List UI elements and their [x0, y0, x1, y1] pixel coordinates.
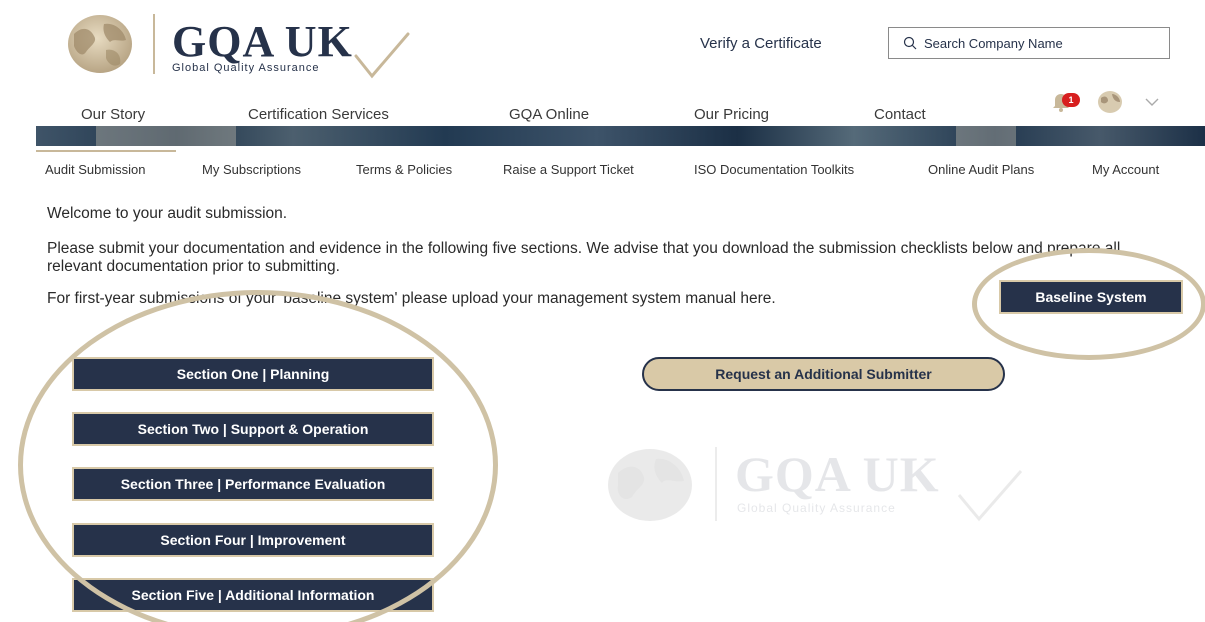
watermark-title: GQA UK	[735, 446, 940, 502]
welcome-text: Welcome to your audit submission.	[47, 205, 288, 222]
nav-our-story[interactable]: Our Story	[81, 106, 145, 123]
language-globe-icon[interactable]	[1096, 90, 1124, 114]
section-four-button[interactable]: Section Four | Improvement	[72, 523, 434, 557]
nav-contact[interactable]: Contact	[874, 106, 926, 123]
section-two-button[interactable]: Section Two | Support & Operation	[72, 412, 434, 446]
watermark-globe-icon	[608, 449, 692, 521]
tab-iso-toolkits[interactable]: ISO Documentation Toolkits	[694, 162, 854, 177]
tab-terms-policies[interactable]: Terms & Policies	[356, 162, 452, 177]
watermark-tick-icon	[957, 470, 1023, 522]
search-box[interactable]	[888, 27, 1170, 59]
banner-highlight	[96, 126, 236, 146]
main-nav: Our Story Certification Services GQA Onl…	[0, 106, 1000, 126]
section-three-button[interactable]: Section Three | Performance Evaluation	[72, 467, 434, 501]
tab-online-audit-plans[interactable]: Online Audit Plans	[928, 162, 1034, 177]
active-tab-indicator	[36, 150, 176, 152]
globe-icon	[68, 15, 132, 73]
nav-certification-services[interactable]: Certification Services	[248, 106, 389, 123]
watermark-logo: GQA UK Global Quality Assurance	[600, 445, 1030, 525]
search-input[interactable]	[924, 28, 1164, 58]
section-one-button[interactable]: Section One | Planning	[72, 357, 434, 391]
watermark-subtitle: Global Quality Assurance	[737, 501, 896, 515]
brand-subtitle: Global Quality Assurance	[172, 62, 320, 74]
search-icon	[903, 36, 917, 50]
tab-audit-submission[interactable]: Audit Submission	[45, 162, 145, 177]
baseline-text: For first-year submissions of your 'base…	[47, 290, 776, 307]
instructions-text: Please submit your documentation and evi…	[47, 240, 1121, 275]
highlight-circle-sections	[18, 290, 498, 622]
chevron-down-icon[interactable]	[1144, 97, 1160, 107]
sub-nav: Audit Submission My Subscriptions Terms …	[0, 162, 1205, 180]
section-five-button[interactable]: Section Five | Additional Information	[72, 578, 434, 612]
baseline-system-button[interactable]: Baseline System	[999, 280, 1183, 314]
verify-certificate-link[interactable]: Verify a Certificate	[700, 35, 822, 52]
tick-icon	[354, 32, 410, 79]
nav-our-pricing[interactable]: Our Pricing	[694, 106, 769, 123]
brand-title: GQA UK	[172, 17, 353, 66]
tab-my-subscriptions[interactable]: My Subscriptions	[202, 162, 301, 177]
watermark-divider	[715, 447, 717, 521]
brand-logo[interactable]: GQA UK Global Quality Assurance	[60, 12, 420, 79]
tab-my-account[interactable]: My Account	[1092, 162, 1159, 177]
notification-badge: 1	[1062, 93, 1080, 107]
logo-divider	[153, 14, 155, 74]
tab-support-ticket[interactable]: Raise a Support Ticket	[503, 162, 634, 177]
banner-highlight	[956, 126, 1016, 146]
hero-banner	[36, 126, 1205, 146]
request-submitter-button[interactable]: Request an Additional Submitter	[642, 357, 1005, 391]
nav-gqa-online[interactable]: GQA Online	[509, 106, 589, 123]
